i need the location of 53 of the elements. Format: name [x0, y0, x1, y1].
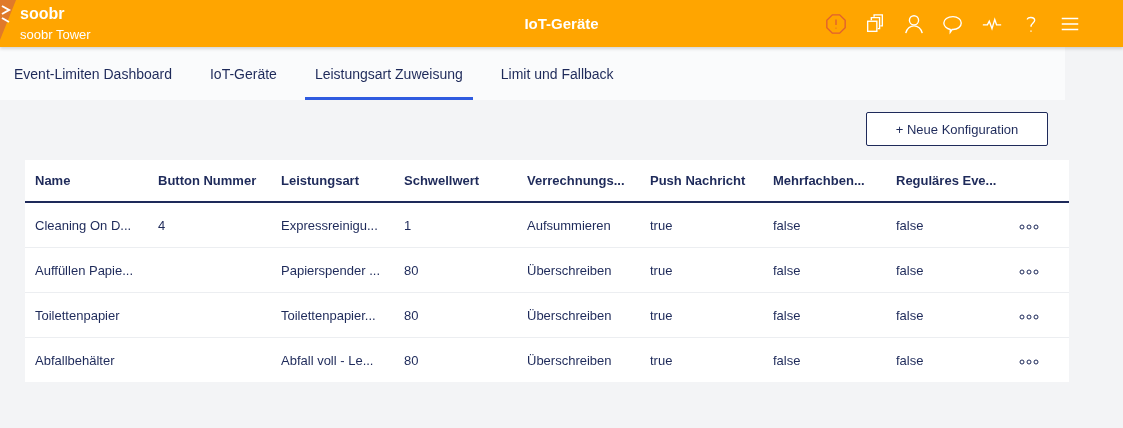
table-cell: 1	[394, 202, 517, 248]
table-cell: false	[763, 337, 886, 382]
site-name: soobr Tower	[20, 27, 91, 42]
column-header[interactable]: Verrechnungs...	[517, 160, 640, 202]
table-cell: Toilettenpapier...	[271, 292, 394, 338]
more-icon[interactable]	[1019, 358, 1039, 365]
column-header[interactable]: Leistungsart	[271, 160, 394, 202]
table-cell: true	[640, 247, 763, 293]
table-cell: false	[763, 202, 886, 248]
table-cell: true	[640, 202, 763, 248]
table-cell: Cleaning On D...	[25, 202, 148, 248]
table-cell: Aufsummieren	[517, 202, 640, 248]
logo-icon	[0, 0, 16, 40]
table-cell: false	[763, 247, 886, 293]
table-cell: 80	[394, 247, 517, 293]
table-cell: true	[640, 292, 763, 338]
column-header[interactable]: Push Nachricht	[640, 160, 763, 202]
table-cell: true	[640, 337, 763, 382]
table-cell: Abfallbehälter	[25, 337, 148, 382]
brand-name: soobr	[20, 5, 66, 23]
table-cell: false	[886, 247, 1009, 293]
table-cell: Abfall voll - Le...	[271, 337, 394, 382]
table-cell: false	[886, 337, 1009, 382]
table-cell: 80	[394, 292, 517, 338]
tab[interactable]: IoT-Geräte	[200, 47, 287, 100]
table-cell: Überschreiben	[517, 292, 640, 338]
table-cell: 80	[394, 337, 517, 382]
copy-icon[interactable]	[864, 12, 886, 35]
more-icon[interactable]	[1019, 223, 1039, 230]
new-configuration-button[interactable]: + Neue Konfiguration	[866, 112, 1048, 146]
more-icon[interactable]	[1019, 268, 1039, 275]
tab[interactable]: Event-Limiten Dashboard	[4, 47, 182, 100]
tab[interactable]: Leistungsart Zuweisung	[304, 47, 473, 100]
table-cell: Expressreinigu...	[271, 202, 394, 248]
tab[interactable]: Limit und Fallback	[490, 47, 624, 100]
alert-icon[interactable]	[825, 12, 847, 35]
column-header[interactable]: Reguläres Eve...	[886, 160, 1009, 202]
table-cell: Auffüllen Papie...	[25, 247, 148, 293]
column-header[interactable]: Name	[25, 160, 148, 202]
user-icon[interactable]	[903, 12, 925, 35]
column-header[interactable]: Schwellwert	[394, 160, 517, 202]
more-icon[interactable]	[1019, 313, 1039, 320]
table-cell: false	[886, 292, 1009, 338]
table-cell: Toilettenpapier	[25, 292, 148, 338]
column-header[interactable]: Mehrfachben...	[763, 160, 886, 202]
table-cell: 4	[148, 202, 271, 248]
table-cell: Papierspender ...	[271, 247, 394, 293]
table-cell: Überschreiben	[517, 337, 640, 382]
table-cell: false	[763, 292, 886, 338]
table-cell: false	[886, 202, 1009, 248]
page-title: IoT-Geräte	[524, 15, 599, 32]
table-cell: Überschreiben	[517, 247, 640, 293]
column-header[interactable]: Button Nummer	[148, 160, 271, 202]
